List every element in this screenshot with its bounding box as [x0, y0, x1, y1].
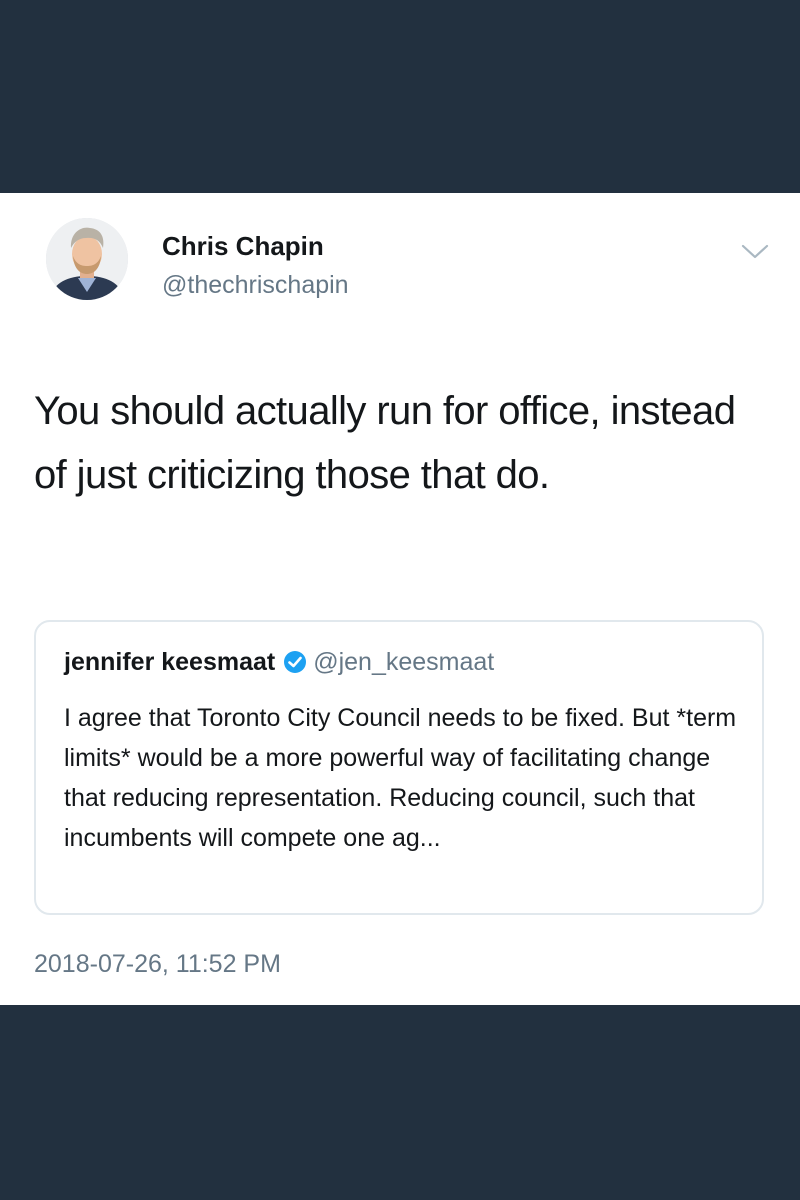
verified-badge-icon	[284, 651, 307, 673]
quoted-author-name: jennifer keesmaat	[64, 648, 276, 676]
quoted-author-handle: @jen_keesmaat	[313, 648, 495, 676]
bottom-dark-band	[0, 1005, 800, 1200]
author-handle[interactable]: @thechrischapin	[162, 271, 349, 300]
quoted-tweet-text: I agree that Toronto City Council needs …	[64, 704, 737, 852]
avatar-photo-icon	[46, 218, 128, 300]
tweet-timestamp[interactable]: 2018-07-26, 11:52 PM	[34, 950, 281, 979]
author-name[interactable]: Chris Chapin	[162, 231, 324, 262]
tweet-card[interactable]: Chris Chapin @thechrischapin You should …	[0, 193, 800, 1005]
quoted-tweet[interactable]: jennifer keesmaat @jen_keesmaat I agree t…	[34, 620, 764, 915]
avatar[interactable]	[46, 218, 128, 300]
tweet-text: You should actually run for office, inst…	[34, 389, 736, 497]
quoted-tweet-header: jennifer keesmaat @jen_keesmaat	[64, 648, 494, 677]
top-dark-band	[0, 0, 800, 193]
chevron-down-icon[interactable]	[740, 241, 770, 261]
